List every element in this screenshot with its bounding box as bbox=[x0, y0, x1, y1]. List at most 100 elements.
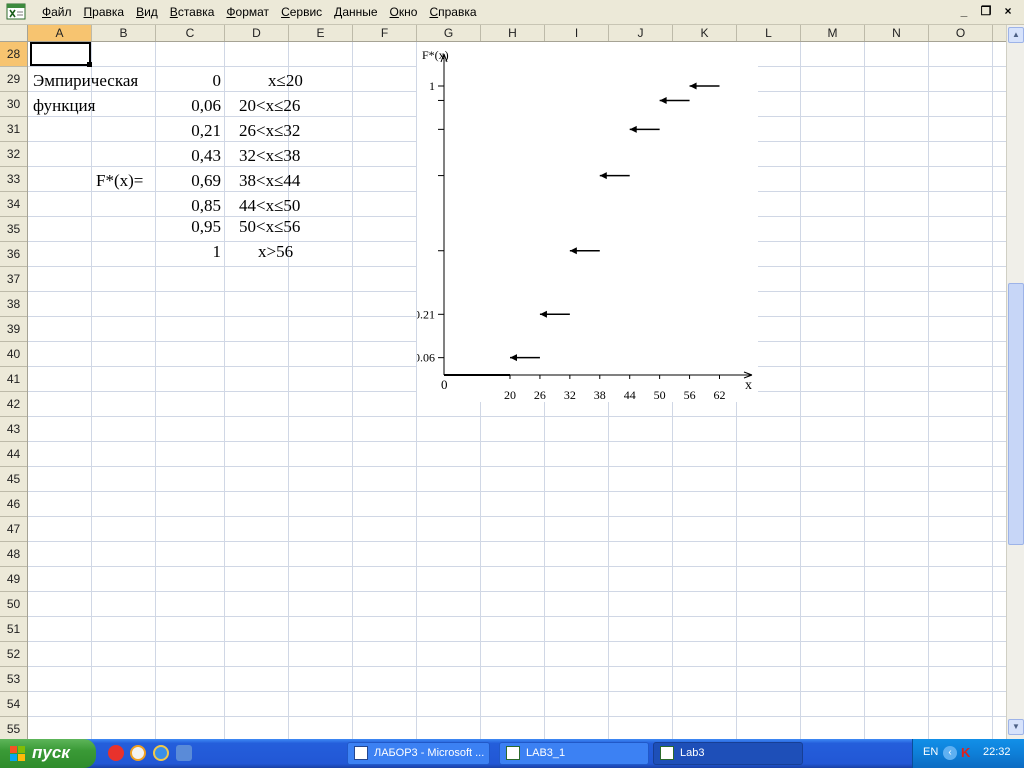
cell-c35[interactable]: 0,95 bbox=[158, 217, 221, 237]
language-indicator[interactable]: EN bbox=[923, 746, 938, 758]
restore-button[interactable]: ❐ bbox=[978, 3, 994, 19]
column-header-j[interactable]: J bbox=[609, 25, 673, 41]
row-header-40[interactable]: 40 bbox=[0, 342, 27, 367]
show-hidden-icons-icon[interactable]: ‹ bbox=[943, 746, 957, 760]
row-header-45[interactable]: 45 bbox=[0, 467, 27, 492]
fill-handle[interactable] bbox=[87, 62, 92, 67]
gridline bbox=[28, 616, 1006, 617]
row-header-46[interactable]: 46 bbox=[0, 492, 27, 517]
row-header-43[interactable]: 43 bbox=[0, 417, 27, 442]
row-header-48[interactable]: 48 bbox=[0, 542, 27, 567]
column-header-i[interactable]: I bbox=[545, 25, 609, 41]
empirical-distribution-chart[interactable]: F*(x) x 0 20 26 32 38 44 50 56 62 0.06 0.21 1 bbox=[414, 42, 758, 402]
scroll-up-button[interactable]: ▲ bbox=[1008, 27, 1024, 43]
column-header-n[interactable]: N bbox=[865, 25, 929, 41]
cell-c29[interactable]: 0 bbox=[158, 71, 222, 91]
menu-view[interactable]: Вид bbox=[130, 0, 164, 24]
row-header-35[interactable]: 35 bbox=[0, 217, 27, 242]
row-header-28[interactable]: 28 bbox=[0, 42, 27, 67]
active-cell-a28[interactable] bbox=[30, 42, 91, 66]
menu-help[interactable]: Справка bbox=[423, 0, 482, 24]
column-header-b[interactable]: B bbox=[92, 25, 156, 41]
menu-insert[interactable]: Вставка bbox=[164, 0, 221, 24]
row-header-36[interactable]: 36 bbox=[0, 242, 27, 267]
cell-d32[interactable]: 32<x≤38 bbox=[239, 146, 300, 166]
minimize-button[interactable]: _ bbox=[956, 3, 972, 19]
row-header-34[interactable]: 34 bbox=[0, 192, 27, 217]
menu-format[interactable]: Формат bbox=[220, 0, 275, 24]
cell-c36[interactable]: 1 bbox=[158, 242, 222, 262]
skype-icon[interactable] bbox=[108, 745, 124, 761]
row-header-32[interactable]: 32 bbox=[0, 142, 27, 167]
column-header-k[interactable]: K bbox=[673, 25, 737, 41]
row-header-53[interactable]: 53 bbox=[0, 667, 27, 692]
step-arrowhead-2 bbox=[539, 310, 547, 318]
row-header-31[interactable]: 31 bbox=[0, 117, 27, 142]
column-header-m[interactable]: M bbox=[801, 25, 865, 41]
column-header-d[interactable]: D bbox=[225, 25, 289, 41]
row-header-49[interactable]: 49 bbox=[0, 567, 27, 592]
cell-b33[interactable]: F*(x)= bbox=[96, 171, 143, 191]
menu-tools[interactable]: Сервис bbox=[275, 0, 328, 24]
menu-data[interactable]: Данные bbox=[328, 0, 383, 24]
menu-file[interactable]: Файл bbox=[36, 0, 78, 24]
row-header-52[interactable]: 52 bbox=[0, 642, 27, 667]
start-button[interactable]: пуск bbox=[0, 739, 96, 768]
task-lab3[interactable]: Lab3 bbox=[653, 742, 803, 765]
row-header-47[interactable]: 47 bbox=[0, 517, 27, 542]
row-header-44[interactable]: 44 bbox=[0, 442, 27, 467]
cell-c34[interactable]: 0,85 bbox=[158, 196, 221, 216]
row-header-50[interactable]: 50 bbox=[0, 592, 27, 617]
scroll-thumb[interactable] bbox=[1008, 283, 1024, 545]
column-header-h[interactable]: H bbox=[481, 25, 545, 41]
cell-c31[interactable]: 0,21 bbox=[158, 121, 221, 141]
row-header-30[interactable]: 30 bbox=[0, 92, 27, 117]
column-header-a[interactable]: A bbox=[28, 25, 92, 41]
row-header-55[interactable]: 55 bbox=[0, 717, 27, 739]
row-header-39[interactable]: 39 bbox=[0, 317, 27, 342]
task-lab3-1[interactable]: LAB3_1 bbox=[499, 742, 649, 765]
row-header-33[interactable]: 33 bbox=[0, 167, 27, 192]
excel-icon bbox=[506, 746, 520, 760]
cell-d35[interactable]: 50<x≤56 bbox=[239, 217, 300, 237]
cell-d29[interactable]: x≤20 bbox=[268, 71, 303, 91]
row-header-29[interactable]: 29 bbox=[0, 67, 27, 92]
row-header-38[interactable]: 38 bbox=[0, 292, 27, 317]
menu-window[interactable]: Окно bbox=[384, 0, 424, 24]
vertical-scrollbar[interactable]: ▲ ▼ bbox=[1006, 25, 1024, 739]
select-all-corner[interactable] bbox=[0, 25, 28, 42]
cell-c30[interactable]: 0,06 bbox=[158, 96, 221, 116]
cell-c32[interactable]: 0,43 bbox=[158, 146, 221, 166]
cell-a30[interactable]: функция bbox=[33, 96, 95, 116]
cell-a29[interactable]: Эмпирическая bbox=[33, 71, 138, 91]
column-header-f[interactable]: F bbox=[353, 25, 417, 41]
excel-document-icon[interactable] bbox=[6, 3, 26, 20]
column-header-g[interactable]: G bbox=[417, 25, 481, 41]
gridline bbox=[28, 716, 1006, 717]
task-word-document[interactable]: ЛАБОР3 - Microsoft ... bbox=[347, 742, 490, 765]
x-tick-label: 20 bbox=[504, 388, 516, 402]
cell-d36[interactable]: x>56 bbox=[258, 242, 293, 262]
scroll-down-button[interactable]: ▼ bbox=[1008, 719, 1024, 735]
clock[interactable]: 22:32 bbox=[983, 746, 1011, 758]
row-header-51[interactable]: 51 bbox=[0, 617, 27, 642]
show-desktop-icon[interactable] bbox=[176, 745, 192, 761]
close-button[interactable]: × bbox=[1000, 3, 1016, 19]
menu-edit[interactable]: Правка bbox=[78, 0, 131, 24]
column-header-c[interactable]: C bbox=[156, 25, 225, 41]
column-header-l[interactable]: L bbox=[737, 25, 801, 41]
row-header-37[interactable]: 37 bbox=[0, 267, 27, 292]
cell-d30[interactable]: 20<x≤26 bbox=[239, 96, 300, 116]
row-header-41[interactable]: 41 bbox=[0, 367, 27, 392]
row-header-54[interactable]: 54 bbox=[0, 692, 27, 717]
column-header-o[interactable]: O bbox=[929, 25, 993, 41]
cell-d34[interactable]: 44<x≤50 bbox=[239, 196, 300, 216]
column-header-e[interactable]: E bbox=[289, 25, 353, 41]
cell-c33[interactable]: 0,69 bbox=[158, 171, 221, 191]
media-player-icon[interactable] bbox=[130, 745, 146, 761]
row-header-42[interactable]: 42 bbox=[0, 392, 27, 417]
cell-d33[interactable]: 38<x≤44 bbox=[239, 171, 300, 191]
kaspersky-icon[interactable]: K bbox=[961, 745, 975, 761]
cell-d31[interactable]: 26<x≤32 bbox=[239, 121, 300, 141]
internet-explorer-icon[interactable] bbox=[153, 745, 169, 761]
